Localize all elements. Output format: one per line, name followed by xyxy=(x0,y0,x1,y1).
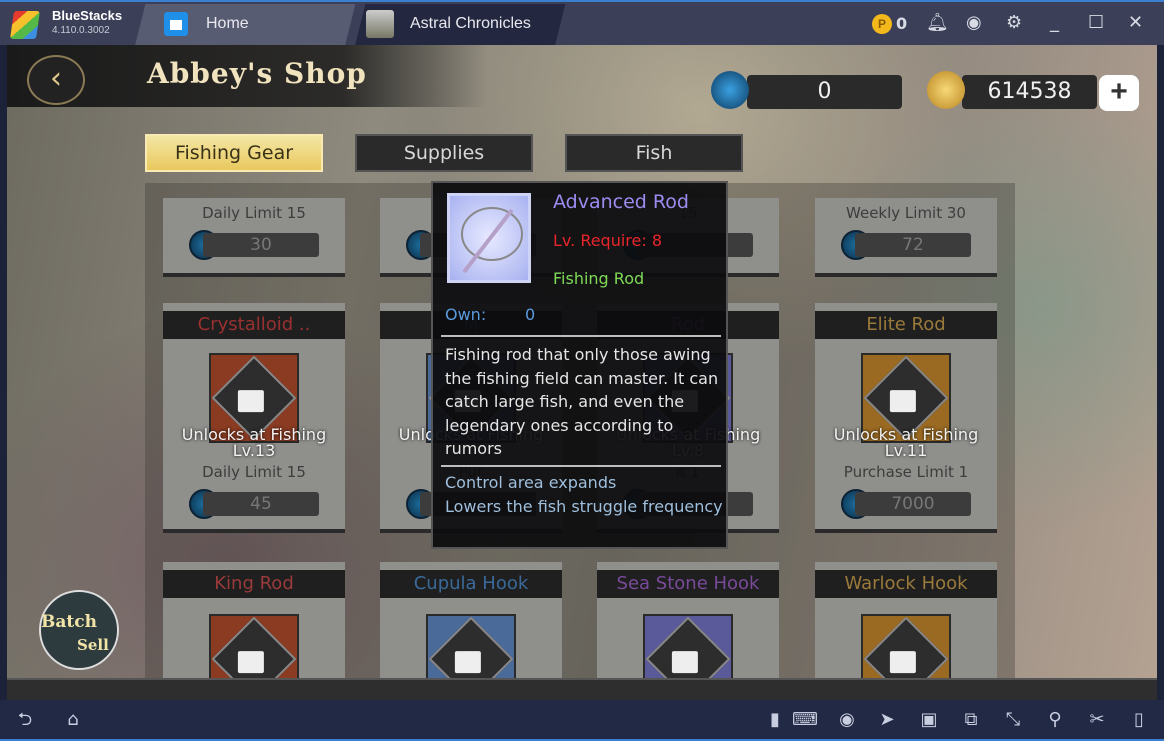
item-name: King Rod xyxy=(163,570,345,598)
unlock-requirement: Unlocks at Fishing xyxy=(833,425,979,444)
purchase-limit: Weekly Limit 30 xyxy=(846,204,966,222)
item-type: Fishing Rod xyxy=(553,269,645,288)
item-effects: Control area expands Lowers the fish str… xyxy=(445,471,725,518)
gem-icon xyxy=(711,71,749,109)
shop-item-card[interactable]: Cupula Hook xyxy=(380,562,562,700)
notification-bell-icon[interactable]: 🔔︎ xyxy=(926,12,949,33)
own-label: Own: xyxy=(445,305,487,324)
game-icon xyxy=(366,10,394,38)
gold-balance: 614538 xyxy=(962,75,1097,109)
shop-item-card[interactable]: Elite Rod Unlocks at Fishing Lv.11 Purch… xyxy=(815,303,997,533)
shop-item-card[interactable]: Warlock Hook xyxy=(815,562,997,700)
tab-fish[interactable]: Fish xyxy=(565,134,743,172)
price: 72 xyxy=(855,233,971,257)
gold-coin-icon xyxy=(927,71,965,109)
lock-screen-icon[interactable]: ▮ xyxy=(762,708,788,732)
back-icon[interactable]: ⮌ xyxy=(12,708,38,732)
title-bar: BlueStacks 4.110.0.3002 Home Astral Chro… xyxy=(0,0,1164,47)
pointer-icon[interactable]: ➤ xyxy=(874,708,900,732)
bottom-strip xyxy=(7,678,1157,700)
bottom-toolbar: ⮌ ⌂ ▮ ⌨ ◉ ➤ ▣ ⧉ ⤡ ⚲ ✂ ▯ xyxy=(0,700,1164,741)
rotate-icon[interactable]: ⧉ xyxy=(958,708,984,732)
item-tooltip: Advanced Rod Lv. Require: 8 Fishing Rod … xyxy=(431,181,728,549)
tab-home-label[interactable]: Home xyxy=(206,15,249,33)
item-name: Warlock Hook xyxy=(815,570,997,598)
effect-line: Lowers the fish struggle frequency xyxy=(445,496,723,516)
minimize-icon[interactable]: _ xyxy=(1050,12,1059,33)
add-gold-button[interactable]: + xyxy=(1099,75,1139,111)
shop-item-card[interactable]: Weekly Limit 30 72 xyxy=(815,198,997,277)
price: 7000 xyxy=(855,492,971,516)
back-button[interactable]: ‹ xyxy=(27,55,85,105)
tab-supplies[interactable]: Supplies xyxy=(355,134,533,172)
batch-label: Batch xyxy=(41,612,97,632)
price: 45 xyxy=(203,492,319,516)
account-icon[interactable]: ◉ xyxy=(966,12,982,33)
item-name: Advanced Rod xyxy=(553,191,689,213)
purchase-limit: Purchase Limit 1 xyxy=(843,463,969,481)
scissors-icon[interactable]: ✂ xyxy=(1084,708,1110,732)
shop-item-card[interactable]: Crystalloid .. Unlocks at Fishing Lv.13 … xyxy=(163,303,345,533)
price: 30 xyxy=(203,233,319,257)
maximize-icon[interactable]: ☐ xyxy=(1088,12,1104,33)
tab-fishing-gear[interactable]: Fishing Gear xyxy=(145,134,323,172)
game-viewport: ‹ Abbey's Shop 0 614538 + Fishing Gear S… xyxy=(7,45,1157,700)
shop-item-card[interactable]: Sea Stone Hook xyxy=(597,562,779,700)
item-name: Crystalloid .. xyxy=(163,311,345,339)
effect-line: Control area expands xyxy=(445,473,617,492)
purchase-limit: Daily Limit 15 xyxy=(202,204,306,222)
close-icon[interactable]: ✕ xyxy=(1128,12,1143,33)
bluestacks-logo-icon xyxy=(10,11,40,39)
unlock-requirement: Unlocks at Fishing xyxy=(181,425,327,444)
resize-icon[interactable]: ⤡ xyxy=(1000,708,1026,732)
home-icon xyxy=(164,12,188,36)
home-icon[interactable]: ⌂ xyxy=(60,708,86,732)
divider xyxy=(441,335,721,337)
level-requirement: Lv. Require: 8 xyxy=(553,231,663,250)
record-icon[interactable]: ▣ xyxy=(916,708,942,732)
shop-item-card[interactable]: Daily Limit 15 30 xyxy=(163,198,345,277)
settings-gear-icon[interactable]: ⚙ xyxy=(1006,12,1022,33)
app-name: BlueStacks xyxy=(52,8,123,23)
tab-game-label[interactable]: Astral Chronicles xyxy=(410,15,531,33)
item-name: Elite Rod xyxy=(815,311,997,339)
app-version: 4.110.0.3002 xyxy=(52,25,110,36)
shake-icon[interactable]: ▯ xyxy=(1126,708,1152,732)
purchase-limit: Daily Limit 15 xyxy=(202,463,306,481)
item-name: Sea Stone Hook xyxy=(597,570,779,598)
own-value: 0 xyxy=(525,305,536,324)
keyboard-icon[interactable]: ⌨ xyxy=(790,708,820,732)
item-description: Fishing rod that only those awing the fi… xyxy=(445,345,719,458)
shop-item-card[interactable]: King Rod xyxy=(163,562,345,700)
coin-count: 0 xyxy=(896,14,908,33)
divider xyxy=(441,465,721,467)
location-icon[interactable]: ⚲ xyxy=(1042,708,1068,732)
sell-label: Sell xyxy=(77,636,109,654)
item-name: Cupula Hook xyxy=(380,570,562,598)
shop-title: Abbey's Shop xyxy=(147,57,367,90)
gem-balance: 0 xyxy=(747,75,902,109)
eye-icon[interactable]: ◉ xyxy=(834,708,860,732)
unlock-level: Lv.13 xyxy=(232,441,276,460)
advanced-rod-image xyxy=(447,193,531,283)
coin-icon[interactable]: P xyxy=(872,14,892,34)
unlock-level: Lv.11 xyxy=(884,441,928,460)
batch-sell-button[interactable]: Batch Sell xyxy=(39,590,119,670)
